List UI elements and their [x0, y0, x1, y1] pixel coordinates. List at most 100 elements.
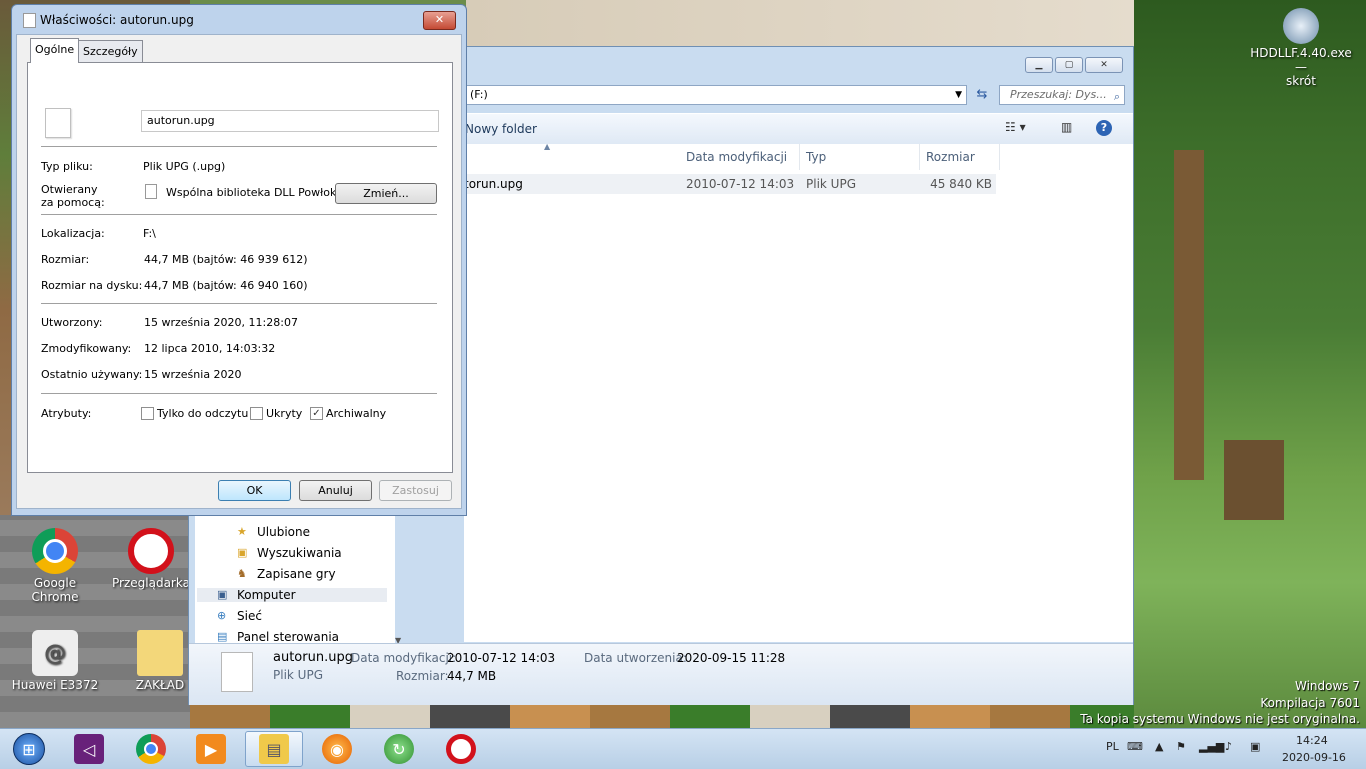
new-folder-button[interactable]: Nowy folder [465, 122, 537, 136]
checkbox-label: Archiwalny [326, 407, 387, 420]
view-options-icon[interactable]: ☷ ▾ [1005, 120, 1026, 134]
separator [41, 214, 437, 215]
minimize-button[interactable]: ▁ [1025, 57, 1053, 73]
nav-item-network[interactable]: ⊕ Sieć [217, 609, 262, 623]
tab-general[interactable]: Ogólne [30, 38, 80, 63]
tree-trunk [1174, 150, 1204, 480]
column-header-type[interactable]: Typ [800, 144, 920, 170]
navigation-pane: ★ Ulubione ▣ Wyszukiwania ♞ Zapisane gry ▣ K… [195, 499, 401, 647]
desktop-icon-chrome[interactable]: Google Chrome [10, 528, 100, 604]
details-file-name: autorun.upg [273, 650, 353, 665]
checkbox-box[interactable] [141, 407, 154, 420]
help-icon[interactable]: ? [1096, 120, 1112, 136]
size-on-disk-label: Rozmiar na dysku: [41, 279, 143, 292]
address-bar[interactable]: (F:) ▼ [459, 85, 967, 105]
desktop-icon-folder[interactable]: ZAKŁAD [130, 630, 190, 692]
close-button[interactable]: ✕ [1085, 57, 1123, 73]
search-input[interactable]: Przeszukaj: Dys... ⌕ [999, 85, 1125, 105]
desktop-icon-opera[interactable]: Przeglądarka [112, 528, 190, 590]
keyboard-icon[interactable]: ⌨ [1127, 740, 1143, 753]
cancel-button[interactable]: Anuluj [299, 480, 372, 501]
search-folder-icon: ▣ [237, 546, 248, 559]
desktop-icon-label: HDDLLF.4.40.exe — [1250, 46, 1352, 74]
checkmark-icon[interactable]: ✓ [310, 407, 323, 420]
opera-icon [128, 528, 174, 574]
flag-icon[interactable]: ⚑ [1176, 740, 1186, 753]
size-value: 44,7 MB (bajtów: 46 939 612) [144, 253, 308, 266]
taskbar-firefox[interactable]: ◉ [308, 731, 366, 767]
taskbar-visual-studio[interactable]: ◁ [60, 731, 118, 767]
desktop-icon-huawei[interactable]: @ Huawei E3372 [10, 630, 100, 692]
modified-label: Zmodyfikowany: [41, 342, 132, 355]
file-type: Plik UPG [806, 177, 856, 191]
volume-icon[interactable]: ♪ [1225, 740, 1232, 753]
archive-checkbox[interactable]: ✓ Archiwalny [310, 407, 386, 420]
taskbar-opera[interactable] [432, 731, 490, 767]
folder-icon [137, 630, 183, 676]
details-pane: autorun.upg Plik UPG Data modyfikacji: 2… [189, 643, 1133, 705]
star-folder-icon: ★ [237, 525, 247, 538]
clock-time[interactable]: 14:24 [1296, 734, 1328, 747]
search-icon[interactable]: ⌕ [1114, 88, 1120, 106]
taskbar-media-player[interactable]: ▶ [182, 731, 240, 767]
modified-value: 12 lipca 2010, 14:03:32 [144, 342, 276, 355]
maximize-button[interactable]: ▢ [1055, 57, 1083, 73]
nav-item-computer[interactable]: ▣ Komputer [197, 588, 387, 602]
firefox-icon: ◉ [322, 734, 352, 764]
games-folder-icon: ♞ [237, 567, 247, 580]
details-size-label: Rozmiar: [396, 669, 449, 683]
taskbar-chrome[interactable] [122, 731, 180, 767]
network-icon: ⊕ [217, 609, 227, 622]
clock-date[interactable]: 2020-09-16 [1282, 751, 1346, 764]
nav-item-saved-games[interactable]: ♞ Zapisane gry [237, 567, 336, 581]
desktop-icon-hddllf[interactable]: HDDLLF.4.40.exe — skrót [1246, 8, 1356, 88]
size-label: Rozmiar: [41, 253, 90, 266]
network-icon[interactable]: ▣ [1250, 740, 1260, 753]
taskbar-app-green[interactable]: ↻ [370, 731, 428, 767]
computer-icon: ▣ [217, 588, 228, 601]
taskbar-explorer[interactable]: ▤ [245, 731, 303, 767]
refresh-icon[interactable]: ⇆ [972, 85, 992, 105]
tree-trunk [1224, 440, 1284, 520]
column-header-size[interactable]: Rozmiar [920, 144, 1000, 170]
desktop-background-top [466, 0, 1134, 48]
watermark-line: Ta kopia systemu Windows nie jest orygin… [1080, 712, 1360, 726]
visual-studio-icon: ◁ [74, 734, 104, 764]
nav-item-favorites[interactable]: ★ Ulubione [237, 525, 310, 539]
column-header-date[interactable]: Data modyfikacji [680, 144, 800, 170]
show-hidden-icons-icon[interactable]: ▲ [1155, 740, 1163, 753]
change-button[interactable]: Zmień... [335, 183, 437, 204]
checkbox-box[interactable] [250, 407, 263, 420]
start-button[interactable]: ⊞ [0, 731, 58, 767]
dialog-body: Ogólne Szczegóły autorun.upg Typ pliku: … [16, 34, 462, 509]
ok-button[interactable]: OK [218, 480, 291, 501]
media-player-icon: ▶ [196, 734, 226, 764]
desktop-icon-label: Google Chrome [31, 576, 79, 604]
nav-item-searches[interactable]: ▣ Wyszukiwania [237, 546, 342, 560]
dialog-close-button[interactable]: ✕ [423, 11, 456, 30]
chevron-down-icon[interactable]: ▼ [955, 86, 962, 104]
nav-item-label: Ulubione [257, 525, 311, 539]
desktop-background-bottom [190, 705, 1134, 728]
desktop-icon-label: ZAKŁAD [135, 678, 185, 692]
language-indicator[interactable]: PL [1106, 740, 1119, 753]
signal-icon[interactable]: ▂▄▆ [1199, 740, 1224, 753]
maximize-icon: ▢ [1064, 60, 1074, 70]
dialog-title: Właściwości: autorun.upg [40, 13, 194, 27]
file-row[interactable]: torun.upg 2010-07-12 14:03 Plik UPG 45 8… [464, 174, 996, 194]
details-created-value: 2020-09-15 11:28 [677, 651, 786, 665]
attributes-label: Atrybuty: [41, 407, 92, 420]
nav-item-label: Sieć [237, 609, 262, 623]
file-name-field[interactable]: autorun.upg [141, 110, 439, 132]
apply-button[interactable]: Zastosuj [379, 480, 452, 501]
opens-with-value: Wspólna biblioteka DLL Powłoki sy [166, 186, 356, 199]
close-icon: ✕ [1100, 60, 1108, 70]
chrome-icon [136, 734, 166, 764]
disk-icon [1283, 8, 1319, 44]
nav-scrollbar[interactable]: ▼ [395, 499, 405, 647]
hidden-checkbox[interactable]: Ukryty [250, 407, 302, 420]
tab-details[interactable]: Szczegóły [78, 40, 143, 62]
read-only-checkbox[interactable]: Tylko do odczytu [141, 407, 248, 420]
preview-pane-icon[interactable]: ▥ [1061, 120, 1072, 134]
nav-item-control-panel[interactable]: ▤ Panel sterowania [217, 630, 339, 644]
